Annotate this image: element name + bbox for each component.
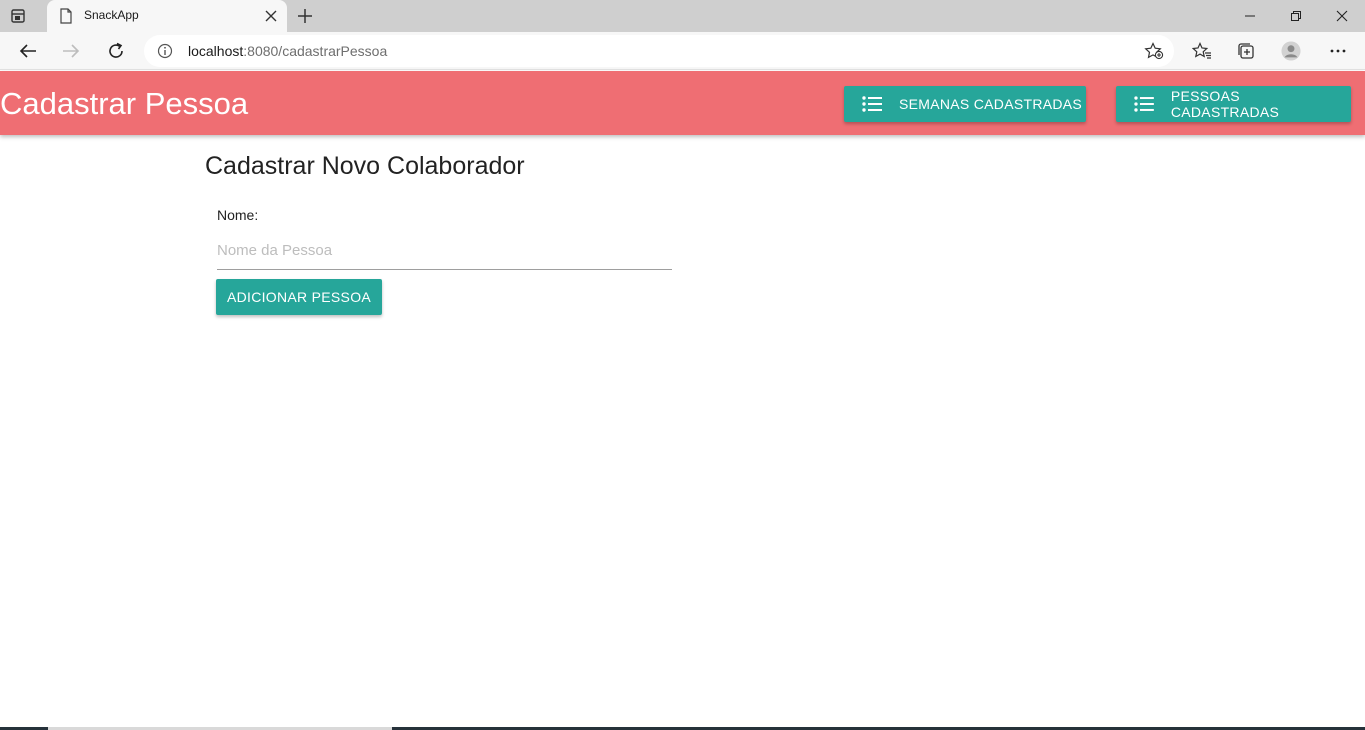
url-text[interactable]: localhost:8080/cadastrarPessoa: [188, 43, 387, 59]
app-navbar: Cadastrar Pessoa SEMANAS CADASTRADAS PES…: [0, 71, 1365, 135]
browser-toolbar: localhost:8080/cadastrarPessoa: [0, 32, 1365, 70]
pessoas-cadastradas-label: PESSOAS CADASTRADAS: [1170, 88, 1280, 120]
window-close-icon[interactable]: [1319, 0, 1365, 32]
name-label: Nome:: [217, 207, 259, 223]
profile-icon[interactable]: [1281, 41, 1301, 61]
add-person-button[interactable]: ADICIONAR PESSOA: [216, 279, 382, 315]
forward-arrow-icon[interactable]: [58, 39, 84, 63]
url-host: localhost: [188, 43, 244, 59]
reload-icon[interactable]: [103, 39, 129, 63]
pessoas-cadastradas-button[interactable]: PESSOAS CADASTRADAS: [1116, 86, 1351, 122]
semanas-cadastradas-button[interactable]: SEMANAS CADASTRADAS: [844, 86, 1086, 122]
collections-icon[interactable]: [1236, 41, 1256, 61]
list-icon: [862, 96, 882, 112]
name-input[interactable]: [217, 232, 672, 270]
brand-title[interactable]: Cadastrar Pessoa: [0, 86, 248, 122]
tab-title: SnackApp: [84, 8, 139, 22]
restore-icon[interactable]: [1273, 0, 1319, 32]
minimize-icon[interactable]: [1227, 0, 1273, 32]
plus-icon[interactable]: [296, 7, 314, 25]
url-path: :8080/cadastrarPessoa: [243, 43, 388, 59]
favorites-icon[interactable]: [1192, 41, 1212, 61]
browser-titlebar: SnackApp: [0, 0, 1365, 32]
more-icon[interactable]: [1328, 41, 1348, 61]
tab-actions-icon[interactable]: [10, 8, 26, 24]
browser-tab[interactable]: SnackApp: [47, 0, 287, 32]
address-bar[interactable]: localhost:8080/cadastrarPessoa: [144, 35, 1174, 67]
back-arrow-icon[interactable]: [15, 39, 41, 63]
page-icon: [59, 8, 73, 24]
form-title: Cadastrar Novo Colaborador: [205, 152, 525, 180]
info-icon[interactable]: [157, 43, 173, 59]
close-icon[interactable]: [265, 9, 277, 22]
semanas-cadastradas-label: SEMANAS CADASTRADAS: [899, 96, 1083, 112]
list-icon: [1134, 96, 1154, 112]
add-favorite-icon[interactable]: [1144, 42, 1164, 60]
